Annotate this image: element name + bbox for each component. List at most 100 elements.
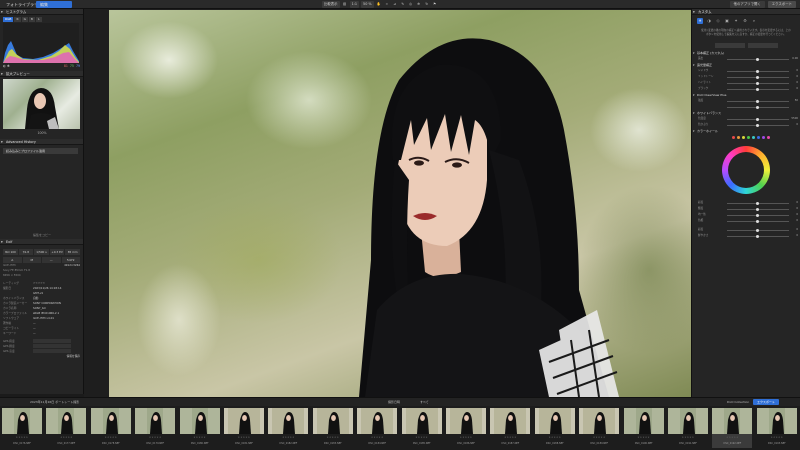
slider-track[interactable] <box>727 124 789 127</box>
rating-stars[interactable]: ★★★★★ <box>357 436 397 439</box>
color-channel-dot[interactable] <box>742 135 745 139</box>
slider-knob[interactable] <box>756 70 759 73</box>
histogram-tab-b[interactable]: B <box>28 17 35 22</box>
compare-button[interactable]: 比較表示 <box>322 1 340 8</box>
rotate-icon[interactable]: ↻ <box>424 1 430 8</box>
slider-value[interactable]: 0 <box>796 233 798 239</box>
color-channel-dot[interactable] <box>732 135 735 139</box>
slider-knob[interactable] <box>756 229 759 232</box>
geometry-palette-icon[interactable]: ▣ <box>724 18 730 24</box>
rating-stars[interactable]: ★★★★★ <box>579 436 619 439</box>
slider-track[interactable] <box>727 76 789 79</box>
filmstrip-thumbnail[interactable]: ★★★★★ DSC_0188.NEF <box>534 408 575 448</box>
rating-stars[interactable]: ★★★★★ <box>268 436 308 439</box>
search-icon[interactable]: ⌕ <box>751 18 757 24</box>
slider-value[interactable]: 0 <box>796 218 798 224</box>
filmstrip-thumbnail[interactable]: ★★★★★ DSC_0186.NEF <box>446 408 486 448</box>
histogram-tab-l[interactable]: L <box>35 17 42 22</box>
open-in-app-button[interactable]: 他のアプリで開く <box>729 1 765 8</box>
rating-stars[interactable]: ★★★★★ <box>757 436 797 439</box>
apply-correction-button[interactable] <box>747 43 778 48</box>
slider-track[interactable] <box>727 220 789 223</box>
export-button[interactable]: エクスポート <box>753 399 779 405</box>
split-view-icon[interactable]: ▥ <box>342 1 348 8</box>
histogram-tab-r[interactable]: R <box>14 17 21 22</box>
undo-correction-button[interactable] <box>714 43 745 48</box>
filmstrip-thumbnail[interactable]: ★★★★★ DSC_0191.NEF <box>668 408 708 448</box>
picker-icon[interactable]: ⊕ <box>416 1 422 8</box>
slider-knob[interactable] <box>756 82 759 85</box>
slider-track[interactable] <box>727 118 789 121</box>
save-info-button[interactable]: 情報を保存 <box>33 354 80 359</box>
slider-knob[interactable] <box>756 88 759 91</box>
slider-track[interactable] <box>727 82 789 85</box>
filmstrip-thumbnail[interactable]: ★★★★★ DSC_0189.NEF <box>579 408 620 448</box>
tab-edit[interactable]: 編集 <box>36 1 72 8</box>
slider-track[interactable] <box>727 106 789 109</box>
rating-stars[interactable]: ★★★★★ <box>46 436 86 439</box>
slider-track[interactable] <box>727 100 789 103</box>
rating-stars[interactable]: ★★★★★ <box>535 436 575 439</box>
history-item[interactable]: 読み込みとプロファイル適用 <box>3 148 78 154</box>
rating-stars[interactable]: ★★★★★ <box>180 436 220 439</box>
gps-longitude-input[interactable] <box>33 344 71 348</box>
color-channel-dot[interactable] <box>737 135 740 139</box>
mask-icon[interactable]: ◎ <box>408 1 414 8</box>
slider-track[interactable] <box>727 88 789 91</box>
slider-knob[interactable] <box>756 118 759 121</box>
rating-stars[interactable]: ★★★★★ <box>313 436 353 439</box>
filmstrip-thumbnail[interactable]: ★★★★★ DSC_0180.NEF <box>179 408 220 448</box>
slider-track[interactable] <box>727 202 789 205</box>
slider-knob[interactable] <box>756 58 759 61</box>
export-top-button[interactable]: エクスポート <box>767 1 796 8</box>
histogram-tab-rgb[interactable]: RGB <box>3 17 14 22</box>
straighten-icon[interactable]: ⊿ <box>392 1 398 8</box>
copy-edit-link[interactable]: 編集をコピー <box>0 233 84 237</box>
rating-stars[interactable]: ★★★★★ <box>490 436 530 439</box>
slider-knob[interactable] <box>756 106 759 109</box>
filmstrip-thumbnail[interactable]: ★★★★★ DSC_0179.NEF <box>135 408 176 448</box>
filmstrip-thumbnail[interactable]: ★★★★★ DSC_0193.NEF <box>756 408 797 448</box>
color-channel-dot[interactable] <box>767 135 770 139</box>
filter-select[interactable]: すべて <box>420 398 429 406</box>
slider-knob[interactable] <box>756 100 759 103</box>
gps-latitude-input[interactable] <box>33 339 71 343</box>
rating-stars[interactable]: ★★★★★ <box>402 436 442 439</box>
histogram-tab-g[interactable]: G <box>21 17 28 22</box>
crop-icon[interactable]: ⌗ <box>384 1 390 8</box>
flag-icon[interactable]: ⚑ <box>432 1 438 8</box>
main-photo[interactable] <box>109 10 691 397</box>
filmstrip-thumbnail[interactable]: ★★★★★ DSC_0192.NEF <box>712 408 753 448</box>
zoom-level-select[interactable]: 50 % <box>361 1 374 8</box>
slider-track[interactable] <box>727 229 789 232</box>
rating-stars[interactable]: ★★★★★ <box>668 436 708 439</box>
section-colorwheel-header[interactable]: カラーホイール <box>692 128 800 134</box>
presets-header[interactable]: ▾ カスタム <box>692 9 800 15</box>
rating-stars[interactable]: ★★★★★ <box>2 436 42 439</box>
filmstrip-thumbnail[interactable]: ★★★★★ DSC_0177.NEF <box>46 408 87 448</box>
slider-knob[interactable] <box>756 76 759 79</box>
histogram-clip-icons[interactable]: ◐ ✱ <box>3 64 10 68</box>
local-palette-icon[interactable]: ✦ <box>733 18 739 24</box>
slider-knob[interactable] <box>756 208 759 211</box>
slider-knob[interactable] <box>756 214 759 217</box>
rating-stars[interactable]: ★★★★★ <box>712 436 752 439</box>
rating-stars[interactable]: ★★★★★ <box>91 436 131 439</box>
filmstrip-thumbnail[interactable]: ★★★★★ DSC_0182.NEF <box>268 408 309 448</box>
slider-knob[interactable] <box>756 235 759 238</box>
filmstrip-thumbnail[interactable]: ★★★★★ DSC_0178.NEF <box>90 408 131 448</box>
slider-track[interactable] <box>727 214 789 217</box>
filmstrip-thumbnail[interactable]: ★★★★★ DSC_0176.NEF <box>2 408 42 448</box>
gps-altitude-input[interactable] <box>33 349 71 353</box>
filmstrip-thumbnail[interactable]: ★★★★★ DSC_0184.NEF <box>357 408 398 448</box>
filmstrip-thumbnail[interactable]: ★★★★★ DSC_0183.NEF <box>312 408 353 448</box>
slider-knob[interactable] <box>756 220 759 223</box>
slider-knob[interactable] <box>756 124 759 127</box>
light-palette-icon[interactable]: ☀ <box>697 18 703 24</box>
filmstrip-thumbnail[interactable]: ★★★★★ DSC_0187.NEF <box>490 408 531 448</box>
slider-track[interactable] <box>727 208 789 211</box>
sort-select[interactable]: 撮影日時 <box>388 398 400 406</box>
filmstrip-thumbnail[interactable]: ★★★★★ DSC_0181.NEF <box>224 408 264 448</box>
collection-button[interactable]: DxO Collection <box>727 398 749 406</box>
hand-tool-icon[interactable]: ✋ <box>376 1 382 8</box>
